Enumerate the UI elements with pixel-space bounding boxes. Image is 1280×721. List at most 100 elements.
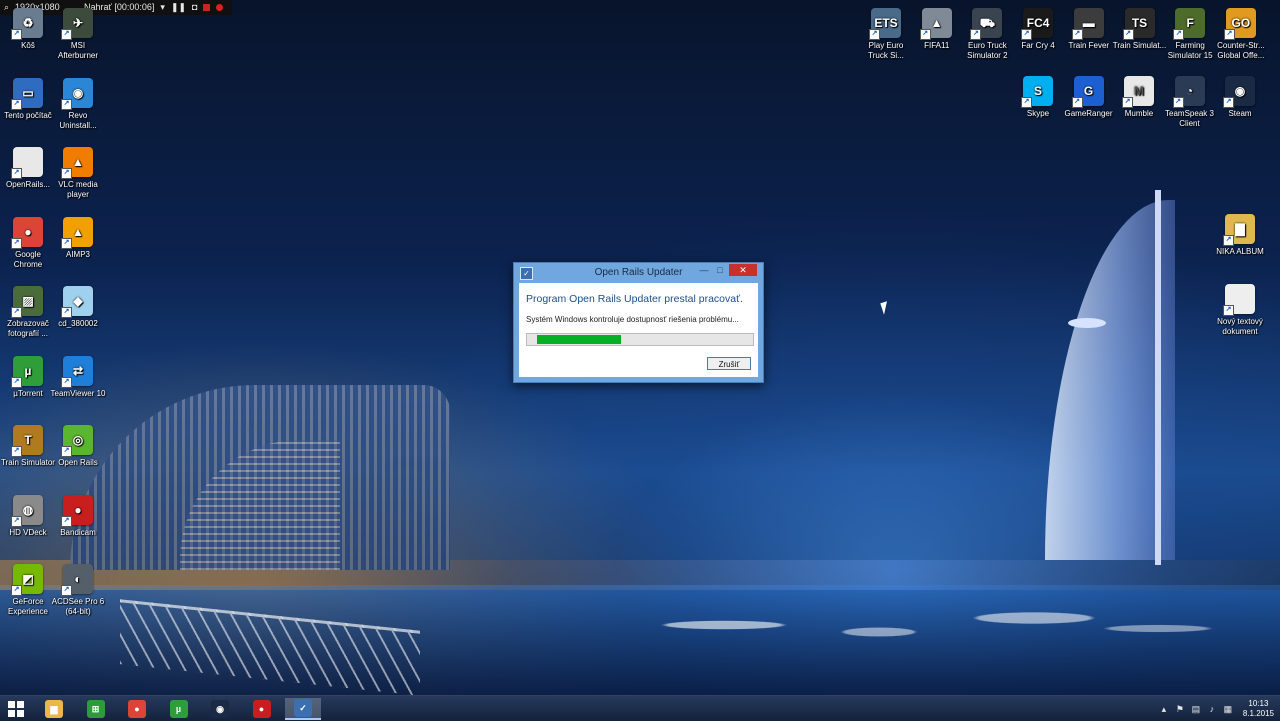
shortcut-arrow-icon: ↗ bbox=[1122, 29, 1134, 40]
desktop-icon[interactable]: ⇄ ↗ TeamViewer 10 bbox=[50, 355, 106, 399]
minimize-button[interactable]: — bbox=[697, 264, 711, 276]
desktop-icon[interactable]: ▭ ↗ Tento počítač bbox=[0, 77, 56, 121]
shortcut-arrow-icon: ↗ bbox=[1172, 97, 1184, 108]
hd-vdeck-icon: ◍ ↗ bbox=[11, 494, 43, 527]
recycle-bin-icon: ♻ ↗ bbox=[11, 8, 43, 40]
desktop-icon[interactable]: ▨ ↗ Zobrazovač fotografií ... bbox=[0, 286, 56, 339]
shortcut-arrow-icon: ↗ bbox=[61, 237, 72, 249]
desktop-icon[interactable]: G ↗ GameRanger bbox=[1061, 76, 1117, 119]
maximize-button[interactable]: □ bbox=[713, 264, 727, 276]
shortcut-arrow-icon: ↗ bbox=[61, 376, 72, 388]
desktop-icon-label: GeForce Experience bbox=[7, 597, 49, 616]
taskbar-button[interactable]: ⊞ bbox=[78, 698, 114, 720]
desktop-icon-label: Bandicam bbox=[60, 527, 96, 537]
desktop-icon-label: Farming Simulator 15 bbox=[1167, 41, 1213, 60]
desktop-icon[interactable]: ETS ↗ Play Euro Truck Si... bbox=[858, 8, 914, 61]
acdsee-icon: ◐ ↗ bbox=[61, 564, 93, 596]
steam-icon: ◉ ↗ bbox=[1223, 76, 1255, 108]
network-icon[interactable]: ▤ bbox=[1191, 704, 1201, 714]
desktop-icon[interactable]: ◐ ↗ ACDSee Pro 6 (64-bit) bbox=[50, 564, 106, 617]
taskbar-button[interactable]: µ bbox=[161, 698, 197, 720]
cancel-button[interactable]: Zrušiť bbox=[707, 357, 751, 370]
desktop-icon-label: Revo Uninstall... bbox=[59, 110, 97, 130]
desktop-icon[interactable]: ◉ ↗ Steam bbox=[1212, 76, 1268, 119]
shortcut-arrow-icon: ↗ bbox=[1122, 97, 1133, 108]
desktop-icon[interactable]: ▇ ↗ NIKA ALBUM bbox=[1212, 214, 1268, 257]
desktop-icon[interactable]: ✈ ↗ MSI Afterburner bbox=[50, 8, 106, 61]
volume-icon[interactable]: ♪ bbox=[1207, 704, 1217, 714]
desktop-icon-label: Train Simulat... bbox=[1112, 41, 1167, 50]
clock[interactable]: 10:13 8.1.2015 bbox=[1243, 699, 1274, 719]
taskbar-button[interactable]: ● bbox=[244, 698, 280, 720]
desktop-icon[interactable]: S ↗ Skype bbox=[1010, 76, 1066, 119]
shortcut-arrow-icon: ↗ bbox=[1223, 235, 1234, 246]
desktop-icon[interactable]: ● ↗ Bandicam bbox=[50, 494, 106, 538]
train-simulator-icon: T ↗ bbox=[11, 425, 43, 457]
desktop-icon[interactable]: FC4 ↗ Far Cry 4 bbox=[1010, 8, 1066, 51]
steam-icon: ◉ bbox=[211, 700, 229, 718]
folder-icon: ▇ ↗ bbox=[1223, 214, 1255, 246]
desktop-icon-label: Mumble bbox=[1124, 109, 1154, 118]
desktop-icon[interactable]: ↗ Nový textový dokument bbox=[1212, 284, 1268, 337]
action-center-flag-icon[interactable]: ⚑ bbox=[1175, 704, 1185, 714]
desktop-icon[interactable]: ▲ ↗ VLC media player bbox=[50, 147, 106, 200]
desktop-icon[interactable]: ▲ ↗ AIMP3 bbox=[50, 216, 106, 260]
taskbar-button[interactable]: ✓ bbox=[285, 698, 321, 720]
desktop-icon[interactable]: TS ↗ Train Simulat... bbox=[1112, 8, 1168, 51]
desktop-icon[interactable]: ◩ ↗ GeForce Experience bbox=[0, 564, 56, 617]
taskbar-button[interactable]: ● bbox=[119, 698, 155, 720]
bandicam-icon: ● bbox=[252, 700, 271, 718]
desktop-icon[interactable]: µ ↗ µTorrent bbox=[0, 355, 56, 399]
shortcut-arrow-icon: ↗ bbox=[61, 307, 72, 318]
desktop-icon[interactable]: ◔ ↗ TeamSpeak 3 Client bbox=[1162, 76, 1218, 129]
desktop-icon[interactable]: ◎ ↗ Open Rails bbox=[50, 425, 106, 468]
dialog-body: Program Open Rails Updater prestal praco… bbox=[519, 283, 758, 377]
start-button[interactable] bbox=[8, 701, 24, 717]
record-icon[interactable] bbox=[216, 4, 224, 11]
document-icon: ↗ bbox=[11, 147, 43, 179]
camera-icon[interactable]: ◘ bbox=[192, 0, 197, 15]
desktop-icon[interactable]: F ↗ Farming Simulator 15 bbox=[1162, 8, 1218, 61]
dialog-titlebar[interactable]: ✓ Open Rails Updater — □ ✕ bbox=[514, 263, 763, 283]
desktop-icon-label: Skype bbox=[1026, 109, 1050, 118]
desktop-icon[interactable]: ◍ ↗ HD VDeck bbox=[0, 494, 56, 538]
desktop-icon[interactable]: ▲ ↗ FIFA11 bbox=[909, 8, 965, 51]
shortcut-arrow-icon: ↗ bbox=[11, 237, 22, 249]
show-hidden-icons-icon[interactable]: ▴ bbox=[1159, 704, 1169, 714]
desktop-icon[interactable]: M ↗ Mumble bbox=[1111, 76, 1167, 119]
stop-icon[interactable] bbox=[203, 4, 211, 11]
skype-icon: S ↗ bbox=[1021, 76, 1053, 108]
shortcut-arrow-icon: ↗ bbox=[970, 29, 982, 40]
desktop-icon[interactable]: ▬ ↗ Train Fever bbox=[1061, 8, 1117, 51]
desktop-icon-label: µTorrent bbox=[13, 388, 43, 398]
shortcut-arrow-icon: ↗ bbox=[11, 307, 22, 318]
taskbar-button[interactable]: ◉ bbox=[202, 698, 238, 720]
desktop-icon-label: Nový textový dokument bbox=[1217, 317, 1263, 336]
progress-fill bbox=[537, 335, 621, 344]
desktop-icon[interactable]: ● ↗ Google Chrome bbox=[0, 216, 56, 270]
chrome-icon: ● bbox=[128, 700, 146, 718]
desktop-icon-label: Train Simulator bbox=[1, 458, 55, 467]
desktop-icon[interactable]: ◉ ↗ Revo Uninstall... bbox=[50, 77, 106, 131]
desktop-icon[interactable]: ⛟ ↗ Euro Truck Simulator 2 bbox=[959, 8, 1015, 61]
file-explorer-icon: ▆ bbox=[45, 700, 63, 718]
shortcut-arrow-icon: ↗ bbox=[11, 98, 22, 110]
csgo-icon: GO ↗ bbox=[1223, 8, 1256, 40]
desktop-icon[interactable]: ♻ ↗ Kôš bbox=[0, 8, 56, 51]
desktop-icon[interactable]: GO ↗ Counter-Str... Global Offe... bbox=[1213, 8, 1269, 61]
keyboard-icon[interactable]: ▦ bbox=[1223, 704, 1233, 714]
close-button[interactable]: ✕ bbox=[729, 264, 757, 276]
recorder-menu-icon[interactable]: ▾ bbox=[160, 0, 165, 15]
taskbar-button[interactable]: ▆ bbox=[36, 698, 72, 720]
desktop-icon[interactable]: ↗ OpenRails... bbox=[0, 147, 56, 190]
desktop-icon[interactable]: ◆ ↗ cd_380002 bbox=[50, 286, 106, 329]
shortcut-arrow-icon: ↗ bbox=[61, 98, 72, 110]
shortcut-arrow-icon: ↗ bbox=[11, 376, 22, 388]
pause-icon[interactable]: ❚❚ bbox=[171, 0, 186, 15]
dialog-message: Systém Windows kontroluje dostupnosť rie… bbox=[526, 315, 739, 324]
revo-uninstaller-icon: ◉ ↗ bbox=[61, 77, 93, 110]
dialog-heading: Program Open Rails Updater prestal praco… bbox=[526, 293, 743, 305]
desktop-icon-label: Far Cry 4 bbox=[1021, 41, 1055, 50]
bandicam-icon: ● ↗ bbox=[61, 494, 93, 527]
desktop-icon[interactable]: T ↗ Train Simulator bbox=[0, 425, 56, 468]
